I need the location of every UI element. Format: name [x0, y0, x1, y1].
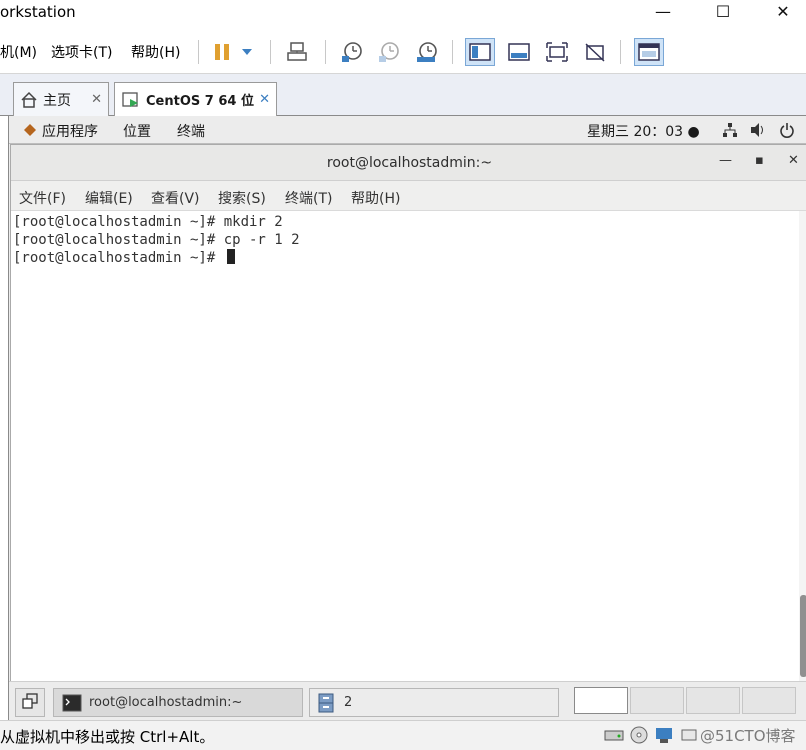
- network-adapter-icon[interactable]: [654, 726, 674, 744]
- toolbar-separator: [620, 40, 621, 64]
- tab-centos[interactable]: CentOS 7 64 位 ✕: [114, 82, 277, 116]
- taskbar-terminal[interactable]: root@localhostadmin:~: [53, 688, 303, 717]
- terminal-window[interactable]: root@localhostadmin:~ — ▪ ✕ 文件(F) 编辑(E) …: [10, 144, 806, 681]
- terminal-line: [root@localhostadmin ~]# mkdir 2: [13, 214, 283, 230]
- terminal-menu-edit[interactable]: 编辑(E): [85, 188, 133, 208]
- file-cabinet-icon: [318, 693, 334, 713]
- terminal-title: root@localhostadmin:~: [326, 155, 493, 171]
- snapshot-manager-icon[interactable]: [412, 38, 442, 66]
- terminal-menu-view[interactable]: 查看(V): [151, 188, 200, 208]
- usb-device-icon[interactable]: [679, 726, 699, 744]
- toolbar-separator: [325, 40, 326, 64]
- tab-home-label: 主页: [43, 92, 71, 109]
- terminal-minimize-icon[interactable]: —: [719, 153, 732, 168]
- menu-applications[interactable]: 应用程序: [42, 121, 98, 141]
- terminal-scrollbar[interactable]: [799, 211, 806, 681]
- pause-icon[interactable]: [207, 38, 237, 66]
- terminal-menu-bar: 文件(F) 编辑(E) 查看(V) 搜索(S) 终端(T) 帮助(H): [11, 181, 806, 211]
- terminal-prompt: [root@localhostadmin ~]#: [13, 250, 224, 266]
- show-desktop-icon: [22, 692, 38, 713]
- snapshot-icon[interactable]: [337, 38, 367, 66]
- host-toolbar: 机(M) 选项卡(T) 帮助(H): [0, 28, 806, 74]
- fullscreen-icon[interactable]: [542, 38, 572, 66]
- tab-strip: 主页 ✕ CentOS 7 64 位 ✕: [0, 74, 806, 116]
- home-icon: [20, 91, 38, 109]
- menu-tabs[interactable]: 选项卡(T): [51, 42, 112, 62]
- window-title: orkstation: [0, 3, 76, 21]
- terminal-line: [root@localhostadmin ~]# cp -r 1 2: [13, 232, 300, 248]
- workspace-2[interactable]: [630, 687, 684, 714]
- watermark: @51CTO博客: [700, 727, 796, 745]
- dropdown-icon[interactable]: [236, 38, 258, 66]
- menu-vm[interactable]: 机(M): [0, 42, 37, 62]
- menu-help[interactable]: 帮助(H): [131, 42, 180, 62]
- terminal-title-bar[interactable]: root@localhostadmin:~ — ▪ ✕: [11, 145, 806, 181]
- guest-display[interactable]: 应用程序 位置 终端 星期三 20：03 ● root@localhostadm…: [8, 116, 806, 720]
- host-title-bar: orkstation — ☐ ✕: [0, 0, 806, 28]
- workspace-1[interactable]: [574, 687, 628, 714]
- show-desktop-button[interactable]: [15, 688, 45, 717]
- close-button[interactable]: ✕: [760, 0, 806, 26]
- terminal-menu-help[interactable]: 帮助(H): [351, 188, 400, 208]
- tab-centos-label: CentOS 7 64 位: [146, 94, 254, 109]
- terminal-icon: [62, 694, 82, 712]
- clock[interactable]: 星期三 20：03 ●: [587, 121, 700, 141]
- network-icon[interactable]: [722, 122, 738, 142]
- terminal-menu-terminal[interactable]: 终端(T): [285, 188, 332, 208]
- tab-home[interactable]: 主页 ✕: [13, 82, 109, 116]
- toolbar-separator: [452, 40, 453, 64]
- status-message: 从虚拟机中移出或按 Ctrl+Alt。: [0, 728, 215, 746]
- taskbar-files-label: 2: [344, 695, 353, 710]
- tab-home-close-icon[interactable]: ✕: [91, 92, 102, 107]
- terminal-menu-search[interactable]: 搜索(S): [218, 188, 266, 208]
- terminal-maximize-icon[interactable]: ▪: [755, 153, 764, 168]
- power-icon[interactable]: [779, 122, 795, 142]
- minimize-button[interactable]: —: [640, 0, 686, 26]
- workspace-3[interactable]: [686, 687, 740, 714]
- menu-places[interactable]: 位置: [123, 121, 151, 141]
- host-status-bar: 从虚拟机中移出或按 Ctrl+Alt。 @51CTO博客: [0, 720, 806, 750]
- terminal-menu-file[interactable]: 文件(F): [19, 188, 66, 208]
- revert-snapshot-icon[interactable]: [374, 38, 404, 66]
- toolbar-separator: [198, 40, 199, 64]
- tab-centos-close-icon[interactable]: ✕: [259, 92, 270, 107]
- console-view-icon[interactable]: [504, 38, 534, 66]
- terminal-prompt-line: [root@localhostadmin ~]#: [13, 249, 799, 267]
- taskbar-files[interactable]: 2: [309, 688, 559, 717]
- terminal-cursor: [226, 249, 235, 264]
- applications-icon: [23, 123, 37, 141]
- terminal-output[interactable]: [root@localhostadmin ~]# mkdir 2 [root@l…: [11, 211, 799, 681]
- menu-terminal[interactable]: 终端: [177, 121, 205, 141]
- toolbar-separator: [270, 40, 271, 64]
- send-keys-icon[interactable]: [282, 38, 312, 66]
- taskbar-terminal-label: root@localhostadmin:~: [89, 695, 243, 710]
- unity-icon[interactable]: [580, 38, 610, 66]
- maximize-button[interactable]: ☐: [700, 0, 746, 26]
- vm-icon: [121, 90, 141, 110]
- thumbnail-icon[interactable]: [634, 38, 664, 66]
- terminal-close-icon[interactable]: ✕: [788, 153, 799, 168]
- cd-dvd-icon[interactable]: [629, 726, 649, 744]
- library-view-icon[interactable]: [465, 38, 495, 66]
- workspace-4[interactable]: [742, 687, 796, 714]
- terminal-scrollbar-thumb[interactable]: [800, 595, 806, 677]
- gnome-bottom-panel: root@localhostadmin:~ 2: [9, 681, 806, 720]
- gnome-top-bar: 应用程序 位置 终端 星期三 20：03 ●: [9, 116, 806, 144]
- volume-icon[interactable]: [749, 122, 767, 142]
- hard-disk-icon[interactable]: [604, 726, 624, 744]
